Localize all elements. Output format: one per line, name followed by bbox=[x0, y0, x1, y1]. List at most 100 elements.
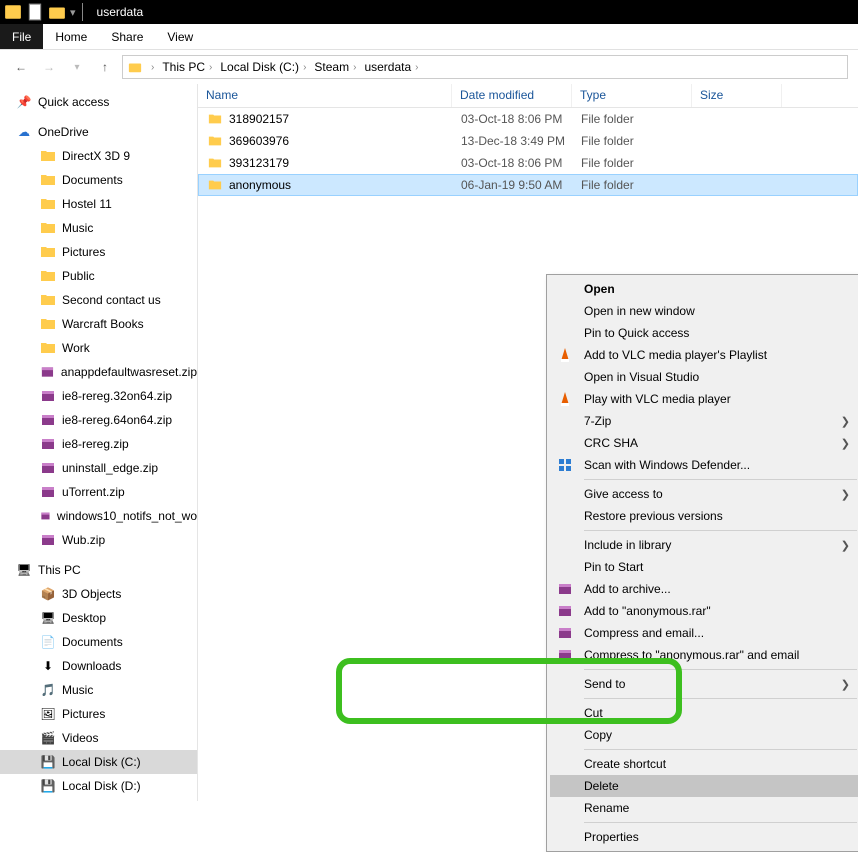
cm-pin-quick-access[interactable]: Pin to Quick access bbox=[550, 322, 858, 344]
sidebar-item[interactable]: Second contact us bbox=[0, 288, 197, 312]
cm-rename[interactable]: Rename bbox=[550, 797, 858, 819]
app-icon bbox=[4, 3, 22, 21]
cm-add-archive[interactable]: Add to archive... bbox=[550, 578, 858, 600]
folder-icon bbox=[40, 292, 56, 308]
cm-open-new-window[interactable]: Open in new window bbox=[550, 300, 858, 322]
crumb-c[interactable]: Local Disk (C:)› bbox=[216, 60, 310, 74]
col-size[interactable]: Size bbox=[692, 84, 782, 107]
sidebar-item[interactable]: ⬇Downloads bbox=[0, 654, 197, 678]
cm-copy[interactable]: Copy bbox=[550, 724, 858, 746]
device-icon: 🎵 bbox=[40, 682, 56, 698]
col-type[interactable]: Type bbox=[572, 84, 692, 107]
table-row[interactable]: 39312317903-Oct-18 8:06 PMFile folder bbox=[198, 152, 858, 174]
sidebar-item[interactable]: Music bbox=[0, 216, 197, 240]
back-button[interactable]: ← bbox=[10, 56, 32, 78]
nav-tree: 📌Quick access ☁OneDrive DirectX 3D 9Docu… bbox=[0, 84, 198, 801]
archive-icon bbox=[40, 388, 56, 404]
pc-icon: 🖥 bbox=[16, 562, 32, 578]
file-list: Name Date modified Type Size 31890215703… bbox=[198, 84, 858, 801]
sidebar-item[interactable]: 🎵Music bbox=[0, 678, 197, 702]
cm-properties[interactable]: Properties bbox=[550, 826, 858, 848]
sidebar-item[interactable]: 📦3D Objects bbox=[0, 582, 197, 606]
sidebar-item[interactable]: Wub.zip bbox=[0, 528, 197, 552]
context-menu: Open Open in new window Pin to Quick acc… bbox=[546, 274, 858, 852]
sidebar-item[interactable]: ie8-rereg.64on64.zip bbox=[0, 408, 197, 432]
cm-restore-versions[interactable]: Restore previous versions bbox=[550, 505, 858, 527]
cm-send-to[interactable]: Send to❯ bbox=[550, 673, 858, 695]
sidebar-item[interactable]: 🎬Videos bbox=[0, 726, 197, 750]
sidebar-item[interactable]: 💾Local Disk (C:) bbox=[0, 750, 197, 774]
archive-icon bbox=[40, 532, 56, 548]
tab-file[interactable]: File bbox=[0, 24, 43, 49]
chevron-right-icon: ❯ bbox=[841, 678, 850, 691]
chevron-right-icon: ❯ bbox=[841, 437, 850, 450]
cm-include-library[interactable]: Include in library❯ bbox=[550, 534, 858, 556]
sidebar-item[interactable]: Work bbox=[0, 336, 197, 360]
cm-defender[interactable]: Scan with Windows Defender... bbox=[550, 454, 858, 476]
sidebar-quick-access[interactable]: 📌Quick access bbox=[0, 90, 197, 114]
column-headers: Name Date modified Type Size bbox=[198, 84, 858, 108]
folder-icon bbox=[40, 268, 56, 284]
cm-create-shortcut[interactable]: Create shortcut bbox=[550, 753, 858, 775]
archive-icon bbox=[40, 412, 56, 428]
cm-cut[interactable]: Cut bbox=[550, 702, 858, 724]
crumb-thispc[interactable]: This PC› bbox=[158, 60, 216, 74]
archive-icon bbox=[40, 436, 56, 452]
col-name[interactable]: Name bbox=[198, 84, 452, 107]
chevron-right-icon: ❯ bbox=[841, 488, 850, 501]
device-icon: ⬇ bbox=[40, 658, 56, 674]
table-row[interactable]: anonymous06-Jan-19 9:50 AMFile folder bbox=[198, 174, 858, 196]
nav-bar: ← → ▾ ↑ › This PC› Local Disk (C:)› Stea… bbox=[0, 50, 858, 84]
sidebar-item[interactable]: 📄Documents bbox=[0, 630, 197, 654]
device-icon: 💾 bbox=[40, 778, 56, 794]
winrar-icon bbox=[556, 580, 574, 598]
sidebar-item[interactable]: ie8-rereg.32on64.zip bbox=[0, 384, 197, 408]
forward-button[interactable]: → bbox=[38, 56, 60, 78]
sidebar-this-pc[interactable]: 🖥This PC bbox=[0, 558, 197, 582]
sidebar-onedrive[interactable]: ☁OneDrive bbox=[0, 120, 197, 144]
sidebar-item[interactable]: 🖥Desktop bbox=[0, 606, 197, 630]
sidebar-item[interactable]: uTorrent.zip bbox=[0, 480, 197, 504]
sidebar-item[interactable]: 💾Local Disk (D:) bbox=[0, 774, 197, 798]
sidebar-item[interactable]: Documents bbox=[0, 168, 197, 192]
cm-open-visual-studio[interactable]: Open in Visual Studio bbox=[550, 366, 858, 388]
tab-home[interactable]: Home bbox=[43, 24, 99, 49]
folder-icon bbox=[40, 172, 56, 188]
cm-vlc-play[interactable]: Play with VLC media player bbox=[550, 388, 858, 410]
crumb-steam[interactable]: Steam› bbox=[310, 60, 360, 74]
winrar-icon bbox=[556, 646, 574, 664]
recent-dropdown[interactable]: ▾ bbox=[66, 56, 88, 78]
sidebar-item[interactable]: 🖼Pictures bbox=[0, 702, 197, 726]
cm-give-access[interactable]: Give access to❯ bbox=[550, 483, 858, 505]
col-date[interactable]: Date modified bbox=[452, 84, 572, 107]
sidebar-item[interactable]: Public bbox=[0, 264, 197, 288]
table-row[interactable]: 31890215703-Oct-18 8:06 PMFile folder bbox=[198, 108, 858, 130]
up-button[interactable]: ↑ bbox=[94, 56, 116, 78]
device-icon: 🖼 bbox=[40, 706, 56, 722]
sidebar-item[interactable]: anappdefaultwasreset.zip bbox=[0, 360, 197, 384]
sidebar-item[interactable]: uninstall_edge.zip bbox=[0, 456, 197, 480]
vlc-icon bbox=[556, 390, 574, 408]
cm-add-to-rar[interactable]: Add to "anonymous.rar" bbox=[550, 600, 858, 622]
tab-view[interactable]: View bbox=[155, 24, 205, 49]
sidebar-item[interactable]: DirectX 3D 9 bbox=[0, 144, 197, 168]
cm-compress-rar-email[interactable]: Compress to "anonymous.rar" and email bbox=[550, 644, 858, 666]
cm-crc-sha[interactable]: CRC SHA❯ bbox=[550, 432, 858, 454]
cm-open[interactable]: Open bbox=[550, 278, 858, 300]
qat-dropdown[interactable]: ▾ bbox=[70, 6, 76, 19]
tab-share[interactable]: Share bbox=[99, 24, 155, 49]
sidebar-item[interactable]: windows10_notifs_not_wo bbox=[0, 504, 197, 528]
address-bar[interactable]: › This PC› Local Disk (C:)› Steam› userd… bbox=[122, 55, 848, 79]
sidebar-item[interactable]: Pictures bbox=[0, 240, 197, 264]
cm-delete[interactable]: Delete bbox=[550, 775, 858, 797]
cm-compress-email[interactable]: Compress and email... bbox=[550, 622, 858, 644]
cm-pin-start[interactable]: Pin to Start bbox=[550, 556, 858, 578]
sidebar-item[interactable]: ie8-rereg.zip bbox=[0, 432, 197, 456]
cm-vlc-add[interactable]: Add to VLC media player's Playlist bbox=[550, 344, 858, 366]
folder-icon bbox=[40, 316, 56, 332]
cm-7zip[interactable]: 7-Zip❯ bbox=[550, 410, 858, 432]
sidebar-item[interactable]: Hostel 11 bbox=[0, 192, 197, 216]
crumb-userdata[interactable]: userdata› bbox=[360, 60, 422, 74]
sidebar-item[interactable]: Warcraft Books bbox=[0, 312, 197, 336]
table-row[interactable]: 36960397613-Dec-18 3:49 PMFile folder bbox=[198, 130, 858, 152]
